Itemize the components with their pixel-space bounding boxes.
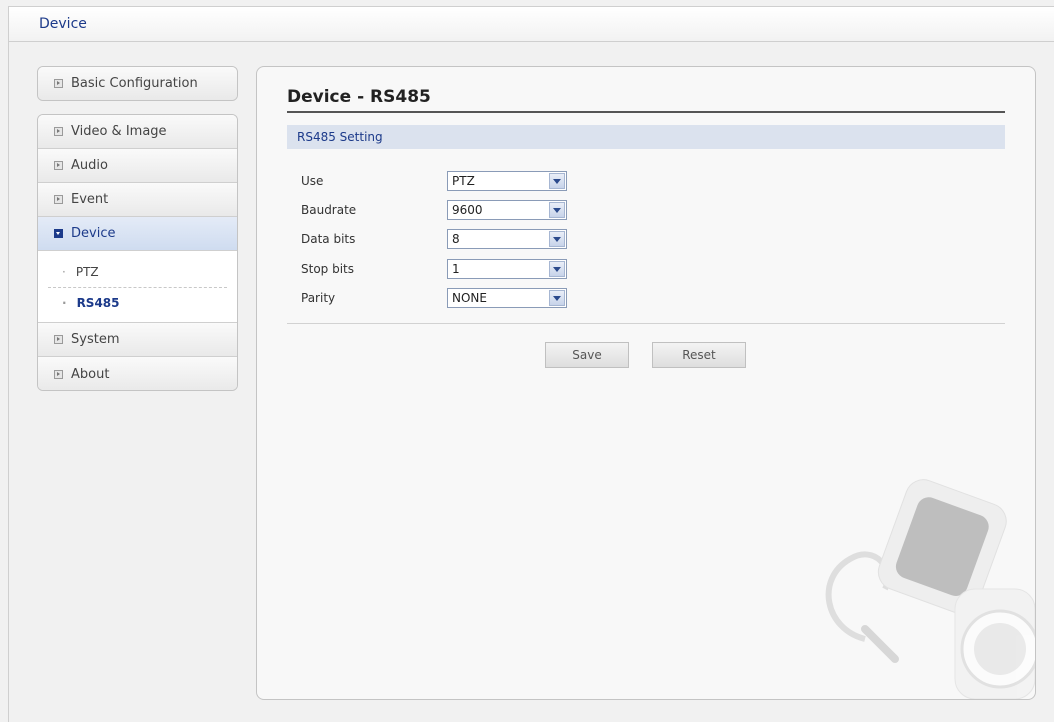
- dropdown-arrow-icon[interactable]: [549, 202, 565, 218]
- basic-config-box: Basic Configuration: [37, 66, 238, 101]
- reset-button[interactable]: Reset: [652, 342, 746, 368]
- select-value: 8: [452, 232, 460, 246]
- nav-item-label: Basic Configuration: [71, 76, 198, 91]
- expand-icon: [54, 335, 63, 344]
- nav-about[interactable]: About: [38, 357, 237, 390]
- collapse-icon: [54, 229, 63, 238]
- content-panel: Device - RS485 RS485 Setting Use PTZ Bau…: [256, 66, 1036, 700]
- nav-device[interactable]: Device: [38, 217, 237, 251]
- select-value: PTZ: [452, 174, 475, 188]
- bullet-icon: ·: [62, 265, 66, 279]
- nav-basic-configuration[interactable]: Basic Configuration: [38, 67, 237, 100]
- field-label: Data bits: [301, 232, 356, 246]
- device-submenu: · PTZ · RS485: [38, 251, 237, 323]
- section-header: RS485 Setting: [287, 125, 1005, 149]
- field-label: Baudrate: [301, 203, 357, 217]
- dropdown-arrow-icon[interactable]: [549, 231, 565, 247]
- field-label: Stop bits: [301, 262, 355, 276]
- dropdown-arrow-icon[interactable]: [549, 261, 565, 277]
- subnav-rs485[interactable]: · RS485: [48, 287, 227, 318]
- select-value: 9600: [452, 203, 483, 217]
- field-label: Parity: [301, 291, 336, 305]
- data-bits-select[interactable]: 8: [447, 229, 567, 249]
- save-button[interactable]: Save: [545, 342, 629, 368]
- nav-item-label: Video & Image: [71, 124, 167, 139]
- sidebar-nav: Video & Image Audio Event Device · PTZ ·…: [37, 114, 238, 391]
- nav-item-label: Audio: [71, 158, 108, 173]
- select-value: NONE: [452, 291, 487, 305]
- expand-icon: [54, 195, 63, 204]
- nav-audio[interactable]: Audio: [38, 149, 237, 183]
- camera-decoration-image: [825, 479, 1035, 699]
- stop-bits-select[interactable]: 1: [447, 259, 567, 279]
- page-title: Device - RS485: [287, 87, 1005, 113]
- nav-item-label: Event: [71, 192, 109, 207]
- form-row-use: Use PTZ: [301, 171, 621, 191]
- form-divider: [287, 323, 1005, 324]
- header-title: Device: [39, 16, 87, 32]
- dropdown-arrow-icon[interactable]: [549, 290, 565, 306]
- nav-system[interactable]: System: [38, 323, 237, 357]
- expand-icon: [54, 127, 63, 136]
- left-divider: [8, 42, 9, 722]
- parity-select[interactable]: NONE: [447, 288, 567, 308]
- form-row-stop-bits: Stop bits 1: [301, 259, 621, 279]
- baudrate-select[interactable]: 9600: [447, 200, 567, 220]
- form-row-data-bits: Data bits 8: [301, 229, 621, 249]
- form-row-baudrate: Baudrate 9600: [301, 200, 621, 220]
- field-label: Use: [301, 174, 324, 188]
- expand-icon: [54, 161, 63, 170]
- expand-icon: [54, 369, 63, 379]
- subnav-label: RS485: [76, 296, 120, 310]
- nav-item-label: Device: [71, 226, 116, 241]
- top-header: Device: [8, 6, 1054, 42]
- nav-event[interactable]: Event: [38, 183, 237, 217]
- expand-icon: [54, 79, 63, 88]
- nav-item-label: System: [71, 332, 120, 347]
- form-row-parity: Parity NONE: [301, 288, 621, 308]
- subnav-label: PTZ: [75, 265, 99, 279]
- dropdown-arrow-icon[interactable]: [549, 173, 565, 189]
- nav-video-image[interactable]: Video & Image: [38, 115, 237, 149]
- subnav-ptz[interactable]: · PTZ: [48, 257, 227, 287]
- bullet-icon: ·: [62, 296, 67, 310]
- use-select[interactable]: PTZ: [447, 171, 567, 191]
- select-value: 1: [452, 262, 460, 276]
- nav-item-label: About: [71, 366, 110, 382]
